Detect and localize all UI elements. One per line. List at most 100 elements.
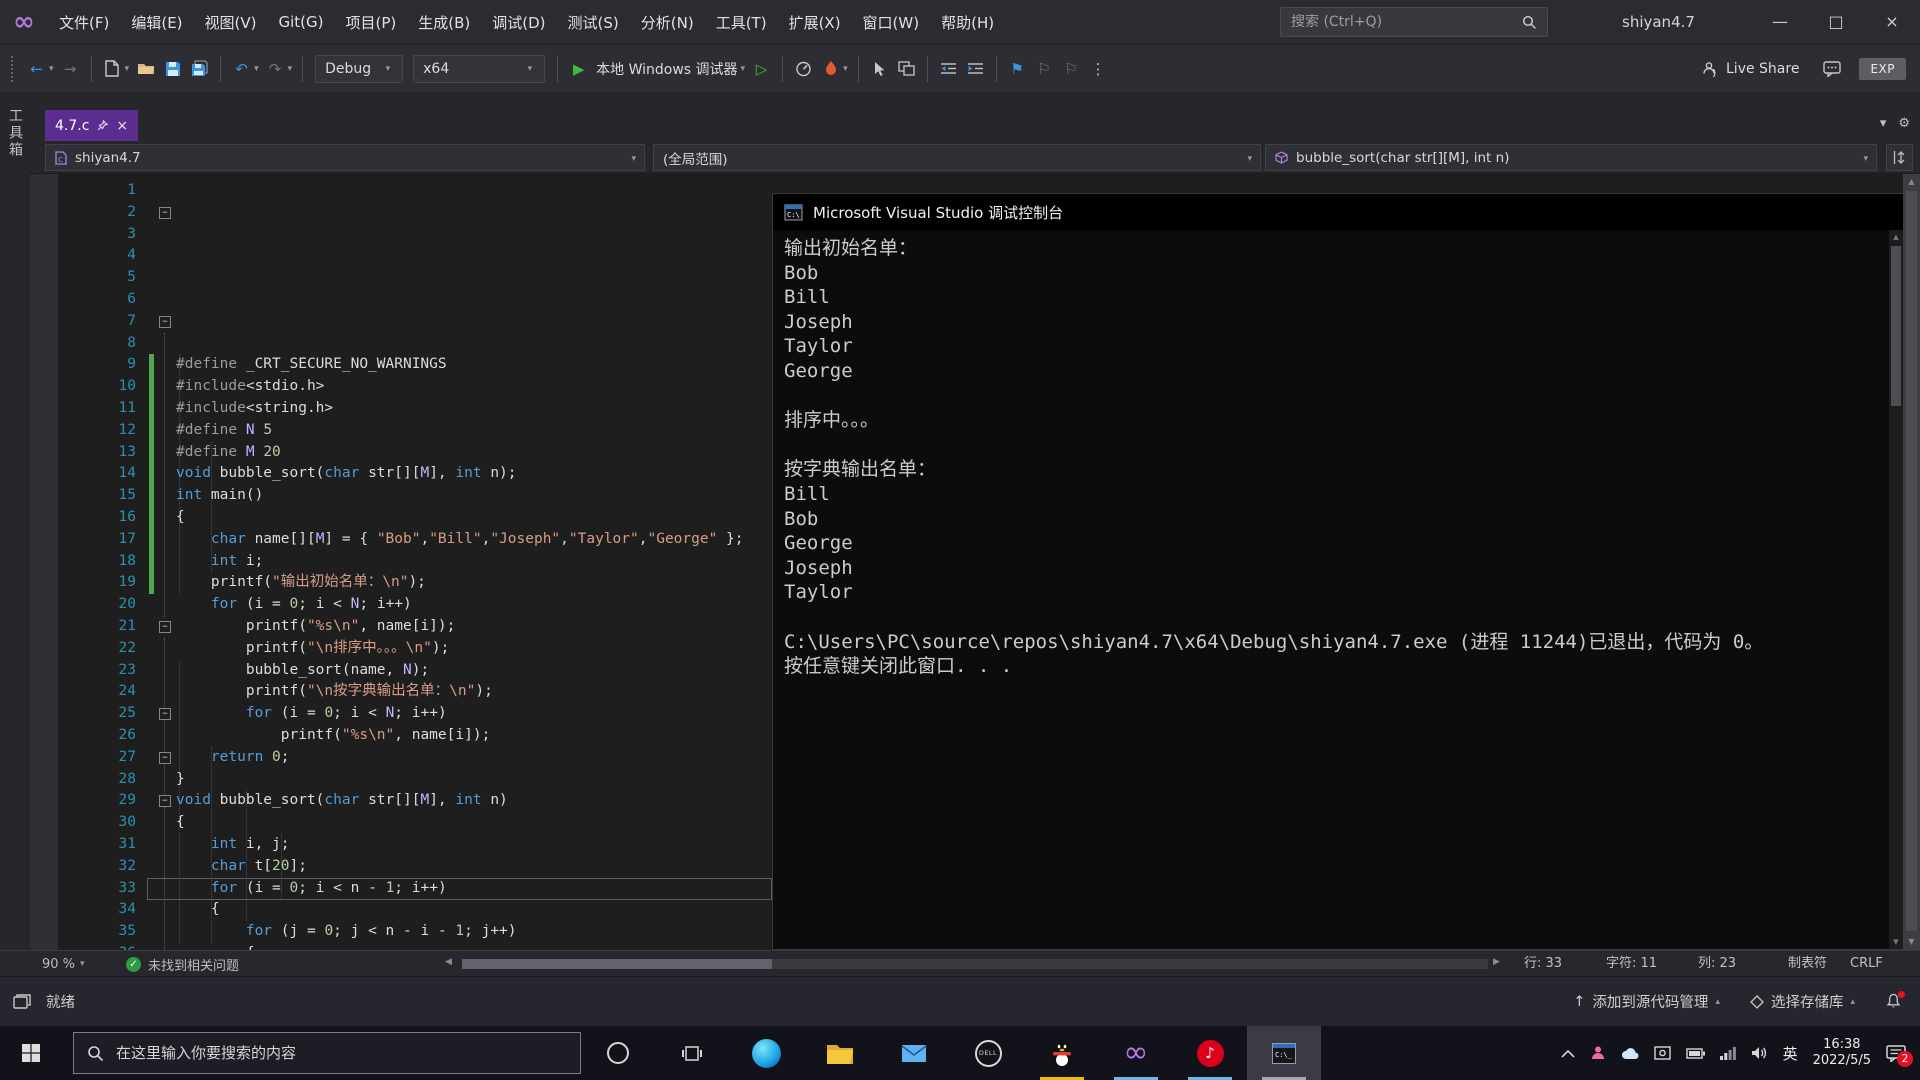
editor-horizontal-scrollbar[interactable] (462, 959, 1488, 969)
toolbar-overflow-icon[interactable]: ⋮ (1086, 56, 1111, 82)
volume-tray-icon[interactable] (1751, 1046, 1768, 1060)
menu-item-window[interactable]: 窗口(W) (852, 0, 931, 44)
menu-item-tools[interactable]: 工具(T) (705, 0, 778, 44)
menu-item-git[interactable]: Git(G) (268, 0, 335, 44)
console-output[interactable]: 输出初始名单： Bob Bill Joseph Taylor George 排序中。。。 … (773, 230, 1889, 949)
close-button[interactable]: × (1864, 0, 1920, 44)
quick-search-box[interactable] (1280, 7, 1548, 37)
menu-item-view[interactable]: 视图(V) (194, 0, 268, 44)
menu-item-project[interactable]: 项目(P) (335, 0, 408, 44)
toolbar-grip[interactable] (11, 55, 14, 82)
debug-console-window[interactable]: C:\ Microsoft Visual Studio 调试控制台 输出初始名单… (772, 193, 1903, 950)
navigate-back-button[interactable]: ← (24, 56, 49, 82)
new-file-button[interactable] (100, 56, 125, 82)
taskbar-clock[interactable]: 16:38 2022/5/5 (1813, 1037, 1871, 1069)
menu-item-test[interactable]: 测试(S) (557, 0, 630, 44)
fold-collapse-toggle[interactable]: − (159, 206, 171, 219)
menu-item-file[interactable]: 文件(F) (48, 0, 120, 44)
visual-studio-button[interactable]: ∞ (1099, 1026, 1173, 1080)
fold-collapse-toggle[interactable]: − (159, 751, 171, 764)
menu-item-edit[interactable]: 编辑(E) (120, 0, 193, 44)
project-select[interactable]: C shiyan4.7 ▾ (45, 144, 645, 171)
toggle-bookmark-icon[interactable]: ⚑ (1005, 56, 1030, 82)
code-folding-margin[interactable]: − − − − − − (157, 174, 174, 950)
run-to-cursor-icon[interactable] (867, 56, 892, 82)
scroll-left-icon[interactable]: ◀ (445, 957, 452, 967)
fold-collapse-toggle[interactable]: − (159, 621, 171, 633)
terminal-button[interactable]: C:\_ (1247, 1026, 1321, 1080)
scrollbar-thumb[interactable] (1906, 191, 1917, 931)
solution-configuration-select[interactable]: Debug ▾ (315, 54, 404, 83)
redo-dropdown-icon[interactable]: ▾ (288, 64, 293, 74)
breakpoint-margin[interactable] (30, 174, 58, 950)
document-tab[interactable]: 4.7.c × (45, 110, 139, 141)
file-explorer-button[interactable] (803, 1026, 877, 1080)
edge-button[interactable] (729, 1026, 803, 1080)
cloud-sync-tray-icon[interactable] (1621, 1047, 1639, 1060)
navbar-split-toggle-button[interactable] (1886, 144, 1913, 171)
diff-windows-icon[interactable] (894, 56, 919, 82)
start-without-debugging-button[interactable]: ▷ (749, 56, 774, 82)
save-all-button[interactable] (187, 56, 212, 82)
undo-dropdown-icon[interactable]: ▾ (254, 64, 259, 74)
screenshot-tool-tray-icon[interactable] (1653, 1046, 1671, 1060)
hot-reload-icon[interactable] (818, 56, 843, 82)
editor-options-gear-icon[interactable]: ⚙ (1898, 116, 1910, 131)
scrollbar-thumb[interactable] (1891, 246, 1901, 406)
menu-item-build[interactable]: 生成(B) (407, 0, 481, 44)
task-view-button[interactable] (655, 1026, 729, 1080)
menu-item-extensions[interactable]: 扩展(X) (778, 0, 852, 44)
action-center-button[interactable]: 2 (1886, 1044, 1913, 1067)
toolbox-vertical-tab[interactable]: 工具箱 (5, 108, 25, 159)
mail-button[interactable] (877, 1026, 951, 1080)
send-feedback-icon[interactable] (1819, 56, 1844, 82)
add-to-source-control-button[interactable]: ↑ 添加到源代码管理 ▴ (1573, 991, 1720, 1012)
problems-indicator[interactable]: ✓ 未找到相关问题 (126, 951, 239, 977)
scroll-right-icon[interactable]: ▶ (1493, 957, 1500, 967)
menu-item-debug[interactable]: 调试(D) (481, 0, 556, 44)
indent-decrease-icon[interactable] (936, 56, 961, 82)
next-bookmark-icon[interactable]: ⚐ (1059, 56, 1084, 82)
taskbar-search-box[interactable] (73, 1032, 581, 1074)
open-file-button[interactable] (133, 56, 158, 82)
netease-music-button[interactable]: ♪ (1173, 1026, 1247, 1080)
minimize-button[interactable]: — (1752, 0, 1808, 44)
fold-collapse-toggle[interactable]: − (159, 708, 171, 721)
tabs-mode-indicator[interactable]: 制表符 (1788, 951, 1827, 977)
new-file-dropdown-icon[interactable]: ▾ (125, 64, 130, 74)
console-title-bar[interactable]: C:\ Microsoft Visual Studio 调试控制台 (773, 194, 1903, 230)
battery-tray-icon[interactable] (1685, 1047, 1705, 1059)
line-ending-indicator[interactable]: CRLF (1850, 951, 1883, 977)
fold-collapse-toggle[interactable]: − (159, 315, 171, 328)
notifications-bell-button[interactable] (1885, 991, 1905, 1010)
tray-expand-chevron-icon[interactable] (1561, 1049, 1575, 1058)
qq-button[interactable] (1025, 1026, 1099, 1080)
scroll-down-icon[interactable]: ▼ (1903, 934, 1920, 950)
navigate-forward-button[interactable]: → (58, 56, 83, 82)
live-share-label[interactable]: Live Share (1726, 61, 1799, 77)
network-signal-tray-icon[interactable] (1719, 1046, 1736, 1060)
taskbar-search-input[interactable] (116, 1044, 567, 1062)
menu-item-analyze[interactable]: 分析(N) (630, 0, 705, 44)
scrollbar-thumb[interactable] (462, 959, 772, 969)
solution-platform-select[interactable]: x64 ▾ (413, 54, 546, 83)
start-button[interactable] (0, 1026, 61, 1080)
scroll-up-icon[interactable]: ▲ (1889, 233, 1903, 241)
redo-button[interactable]: ↷ (263, 56, 288, 82)
scope-select[interactable]: (全局范围) ▾ (653, 144, 1261, 171)
navigate-back-dropdown-icon[interactable]: ▾ (49, 64, 54, 74)
background-tasks-icon[interactable] (13, 993, 32, 1010)
ime-language-indicator[interactable]: 英 (1783, 1043, 1798, 1064)
menu-item-help[interactable]: 帮助(H) (930, 0, 1005, 44)
cortana-button[interactable] (581, 1026, 655, 1080)
debug-target-label[interactable]: 本地 Windows 调试器 (596, 59, 737, 79)
debug-target-dropdown-icon[interactable]: ▾ (741, 64, 746, 74)
pin-icon[interactable] (97, 120, 109, 131)
fold-collapse-toggle[interactable]: − (159, 795, 171, 808)
member-select[interactable]: bubble_sort(char str[][M], int n) ▾ (1265, 144, 1877, 171)
console-scrollbar[interactable]: ▲ ▼ (1889, 230, 1903, 949)
start-debugging-button[interactable]: ▶ (566, 56, 591, 82)
scroll-down-icon[interactable]: ▼ (1889, 938, 1903, 946)
editor-vertical-scrollbar[interactable]: ▲ ▼ (1903, 174, 1920, 950)
save-button[interactable] (160, 56, 185, 82)
